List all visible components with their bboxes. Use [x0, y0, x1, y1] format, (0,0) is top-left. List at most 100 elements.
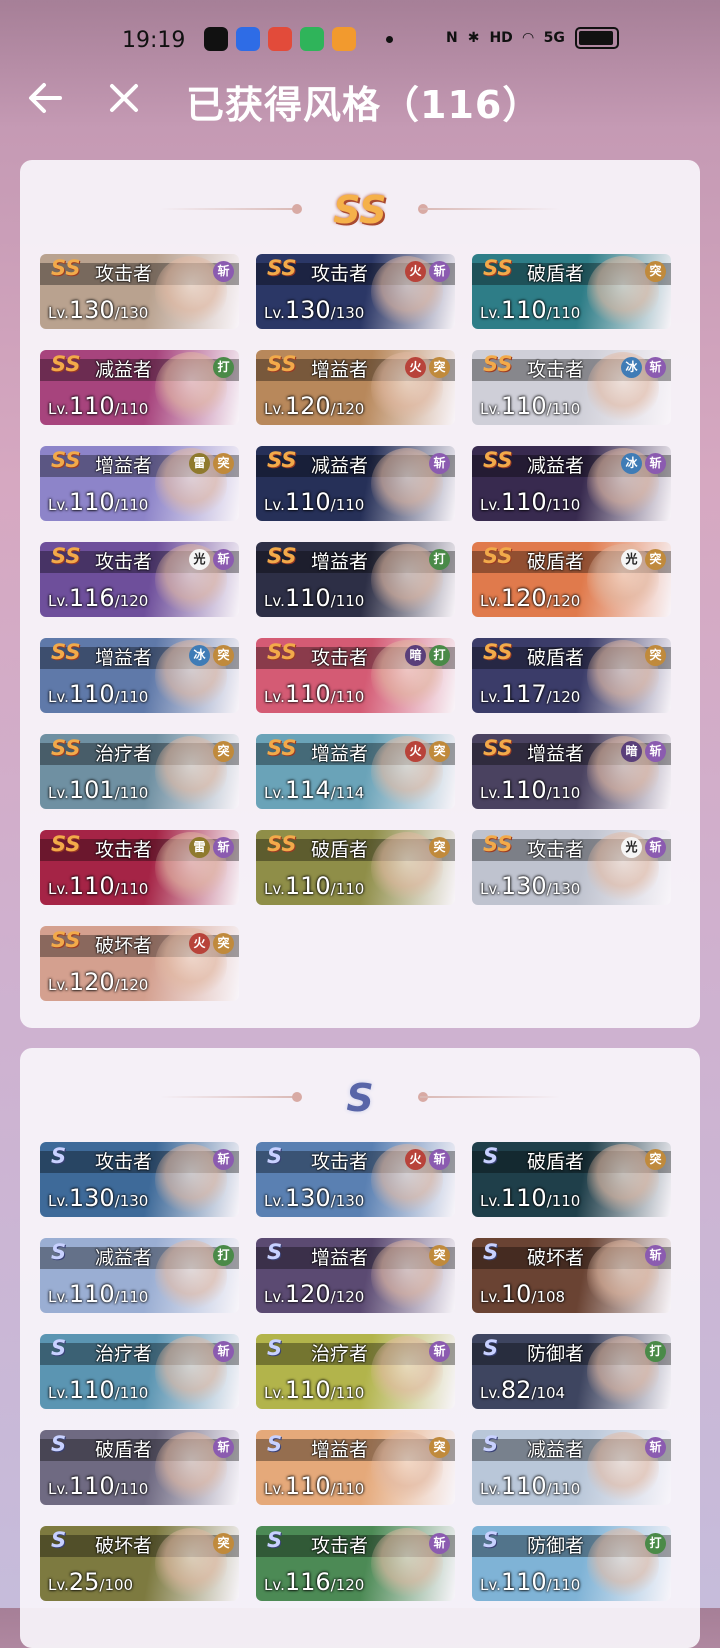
style-card[interactable]: S 攻击者 斩 Lv.130/130 [40, 1142, 239, 1217]
style-card[interactable]: S 攻击者 火斩 Lv.130/130 [256, 1142, 455, 1217]
level-prefix: Lv. [480, 496, 501, 514]
current-level: 110 [68, 1280, 115, 1308]
style-card[interactable]: S 破盾者 突 Lv.110/110 [472, 1142, 671, 1217]
level-prefix: Lv. [264, 688, 285, 706]
level-readout: Lv.82/104 [480, 1376, 565, 1404]
back-arrow-icon[interactable] [26, 76, 66, 120]
divider [160, 1096, 300, 1098]
attribute-tag: 斩 [645, 357, 666, 378]
attribute-tags: 冰斩 [621, 453, 666, 474]
level-prefix: Lv. [48, 976, 69, 994]
role-label: 破盾者 [527, 1151, 585, 1173]
style-card[interactable]: SS 增益者 火突 Lv.120/120 [256, 350, 455, 425]
attribute-tags: 突 [429, 1437, 450, 1458]
attribute-tag: 斩 [429, 1341, 450, 1362]
style-card[interactable]: S 增益者 突 Lv.110/110 [256, 1430, 455, 1505]
level-prefix: Lv. [48, 400, 69, 418]
current-level: 110 [284, 1472, 331, 1500]
role-label: 破坏者 [95, 935, 153, 957]
style-card[interactable]: SS 增益者 暗斩 Lv.110/110 [472, 734, 671, 809]
card-rank-badge: SS [267, 544, 297, 568]
card-rank-badge: S [483, 1336, 499, 1360]
style-card[interactable]: SS 攻击者 斩 Lv.130/130 [40, 254, 239, 329]
current-level: 110 [68, 488, 115, 516]
divider-dot [292, 1092, 302, 1102]
level-prefix: Lv. [480, 400, 501, 418]
level-readout: Lv.116/120 [48, 584, 148, 612]
style-card[interactable]: SS 破坏者 火突 Lv.120/120 [40, 926, 239, 1001]
style-card[interactable]: S 防御者 打 Lv.82/104 [472, 1334, 671, 1409]
style-card[interactable]: SS 增益者 火突 Lv.114/114 [256, 734, 455, 809]
style-card[interactable]: S 增益者 突 Lv.120/120 [256, 1238, 455, 1313]
style-card[interactable]: S 减益者 斩 Lv.110/110 [472, 1430, 671, 1505]
ss-rank-badge: SS [333, 188, 387, 232]
level-readout: Lv.101/110 [48, 776, 148, 804]
divider [420, 1096, 560, 1098]
current-level: 120 [284, 1280, 331, 1308]
max-level: 104 [536, 1384, 566, 1402]
attribute-tag: 冰 [621, 453, 642, 474]
max-level: 100 [104, 1576, 134, 1594]
level-prefix: Lv. [480, 1192, 501, 1210]
style-card[interactable]: SS 攻击者 火斩 Lv.130/130 [256, 254, 455, 329]
level-readout: Lv.110/110 [480, 1568, 580, 1596]
level-prefix: Lv. [48, 496, 69, 514]
max-level: 108 [536, 1288, 566, 1306]
style-card[interactable]: S 防御者 打 Lv.110/110 [472, 1526, 671, 1601]
notification-icons [204, 27, 356, 51]
card-rank-badge: SS [51, 256, 81, 280]
style-card[interactable]: SS 攻击者 冰斩 Lv.110/110 [472, 350, 671, 425]
style-card[interactable]: SS 攻击者 雷斩 Lv.110/110 [40, 830, 239, 905]
level-readout: Lv.130/130 [48, 1184, 148, 1212]
battery-app-icon [300, 27, 324, 51]
style-card[interactable]: SS 攻击者 光斩 Lv.116/120 [40, 542, 239, 617]
style-card[interactable]: SS 破盾者 突 Lv.110/110 [256, 830, 455, 905]
level-readout: Lv.110/110 [264, 488, 364, 516]
style-card[interactable]: SS 减益者 冰斩 Lv.110/110 [472, 446, 671, 521]
attribute-tag: 斩 [213, 1149, 234, 1170]
current-level: 120 [68, 968, 115, 996]
style-card[interactable]: S 破坏者 突 Lv.25/100 [40, 1526, 239, 1601]
style-card[interactable]: SS 治疗者 突 Lv.101/110 [40, 734, 239, 809]
divider [420, 208, 560, 210]
attribute-tag: 突 [213, 741, 234, 762]
level-readout: Lv.110/110 [264, 872, 364, 900]
attribute-tags: 打 [645, 1341, 666, 1362]
card-rank-badge: S [267, 1144, 283, 1168]
style-card[interactable]: S 攻击者 斩 Lv.116/120 [256, 1526, 455, 1601]
card-rank-badge: SS [483, 256, 513, 280]
ss-rank-header: SS [20, 160, 700, 252]
style-card[interactable]: S 治疗者 斩 Lv.110/110 [40, 1334, 239, 1409]
style-card[interactable]: SS 减益者 打 Lv.110/110 [40, 350, 239, 425]
max-level: 130 [119, 1192, 149, 1210]
current-level: 25 [68, 1568, 100, 1596]
style-card[interactable]: SS 增益者 雷突 Lv.110/110 [40, 446, 239, 521]
attribute-tags: 雷突 [189, 453, 234, 474]
style-card[interactable]: S 破盾者 斩 Lv.110/110 [40, 1430, 239, 1505]
style-card[interactable]: SS 破盾者 突 Lv.110/110 [472, 254, 671, 329]
style-card[interactable]: SS 破盾者 突 Lv.117/120 [472, 638, 671, 713]
max-level: 120 [335, 400, 365, 418]
role-label: 防御者 [527, 1343, 585, 1365]
level-readout: Lv.110/110 [48, 1280, 148, 1308]
card-rank-badge: SS [51, 736, 81, 760]
style-card[interactable]: SS 增益者 打 Lv.110/110 [256, 542, 455, 617]
divider [160, 208, 300, 210]
style-card[interactable]: S 治疗者 斩 Lv.110/110 [256, 1334, 455, 1409]
style-card[interactable]: SS 减益者 斩 Lv.110/110 [256, 446, 455, 521]
style-card[interactable]: SS 增益者 冰突 Lv.110/110 [40, 638, 239, 713]
style-card[interactable]: S 破坏者 斩 Lv.10/108 [472, 1238, 671, 1313]
style-card[interactable]: SS 攻击者 暗打 Lv.110/110 [256, 638, 455, 713]
max-level: 120 [335, 1288, 365, 1306]
role-label: 攻击者 [95, 1151, 153, 1173]
role-label: 破盾者 [527, 551, 585, 573]
attribute-tags: 火突 [189, 933, 234, 954]
style-card[interactable]: S 减益者 打 Lv.110/110 [40, 1238, 239, 1313]
level-prefix: Lv. [480, 1480, 501, 1498]
attribute-tags: 火斩 [405, 261, 450, 282]
style-card[interactable]: SS 攻击者 光斩 Lv.130/130 [472, 830, 671, 905]
style-card[interactable]: SS 破盾者 光突 Lv.120/120 [472, 542, 671, 617]
close-icon[interactable] [104, 76, 144, 120]
role-label: 增益者 [311, 551, 369, 573]
attribute-tags: 突 [213, 1533, 234, 1554]
